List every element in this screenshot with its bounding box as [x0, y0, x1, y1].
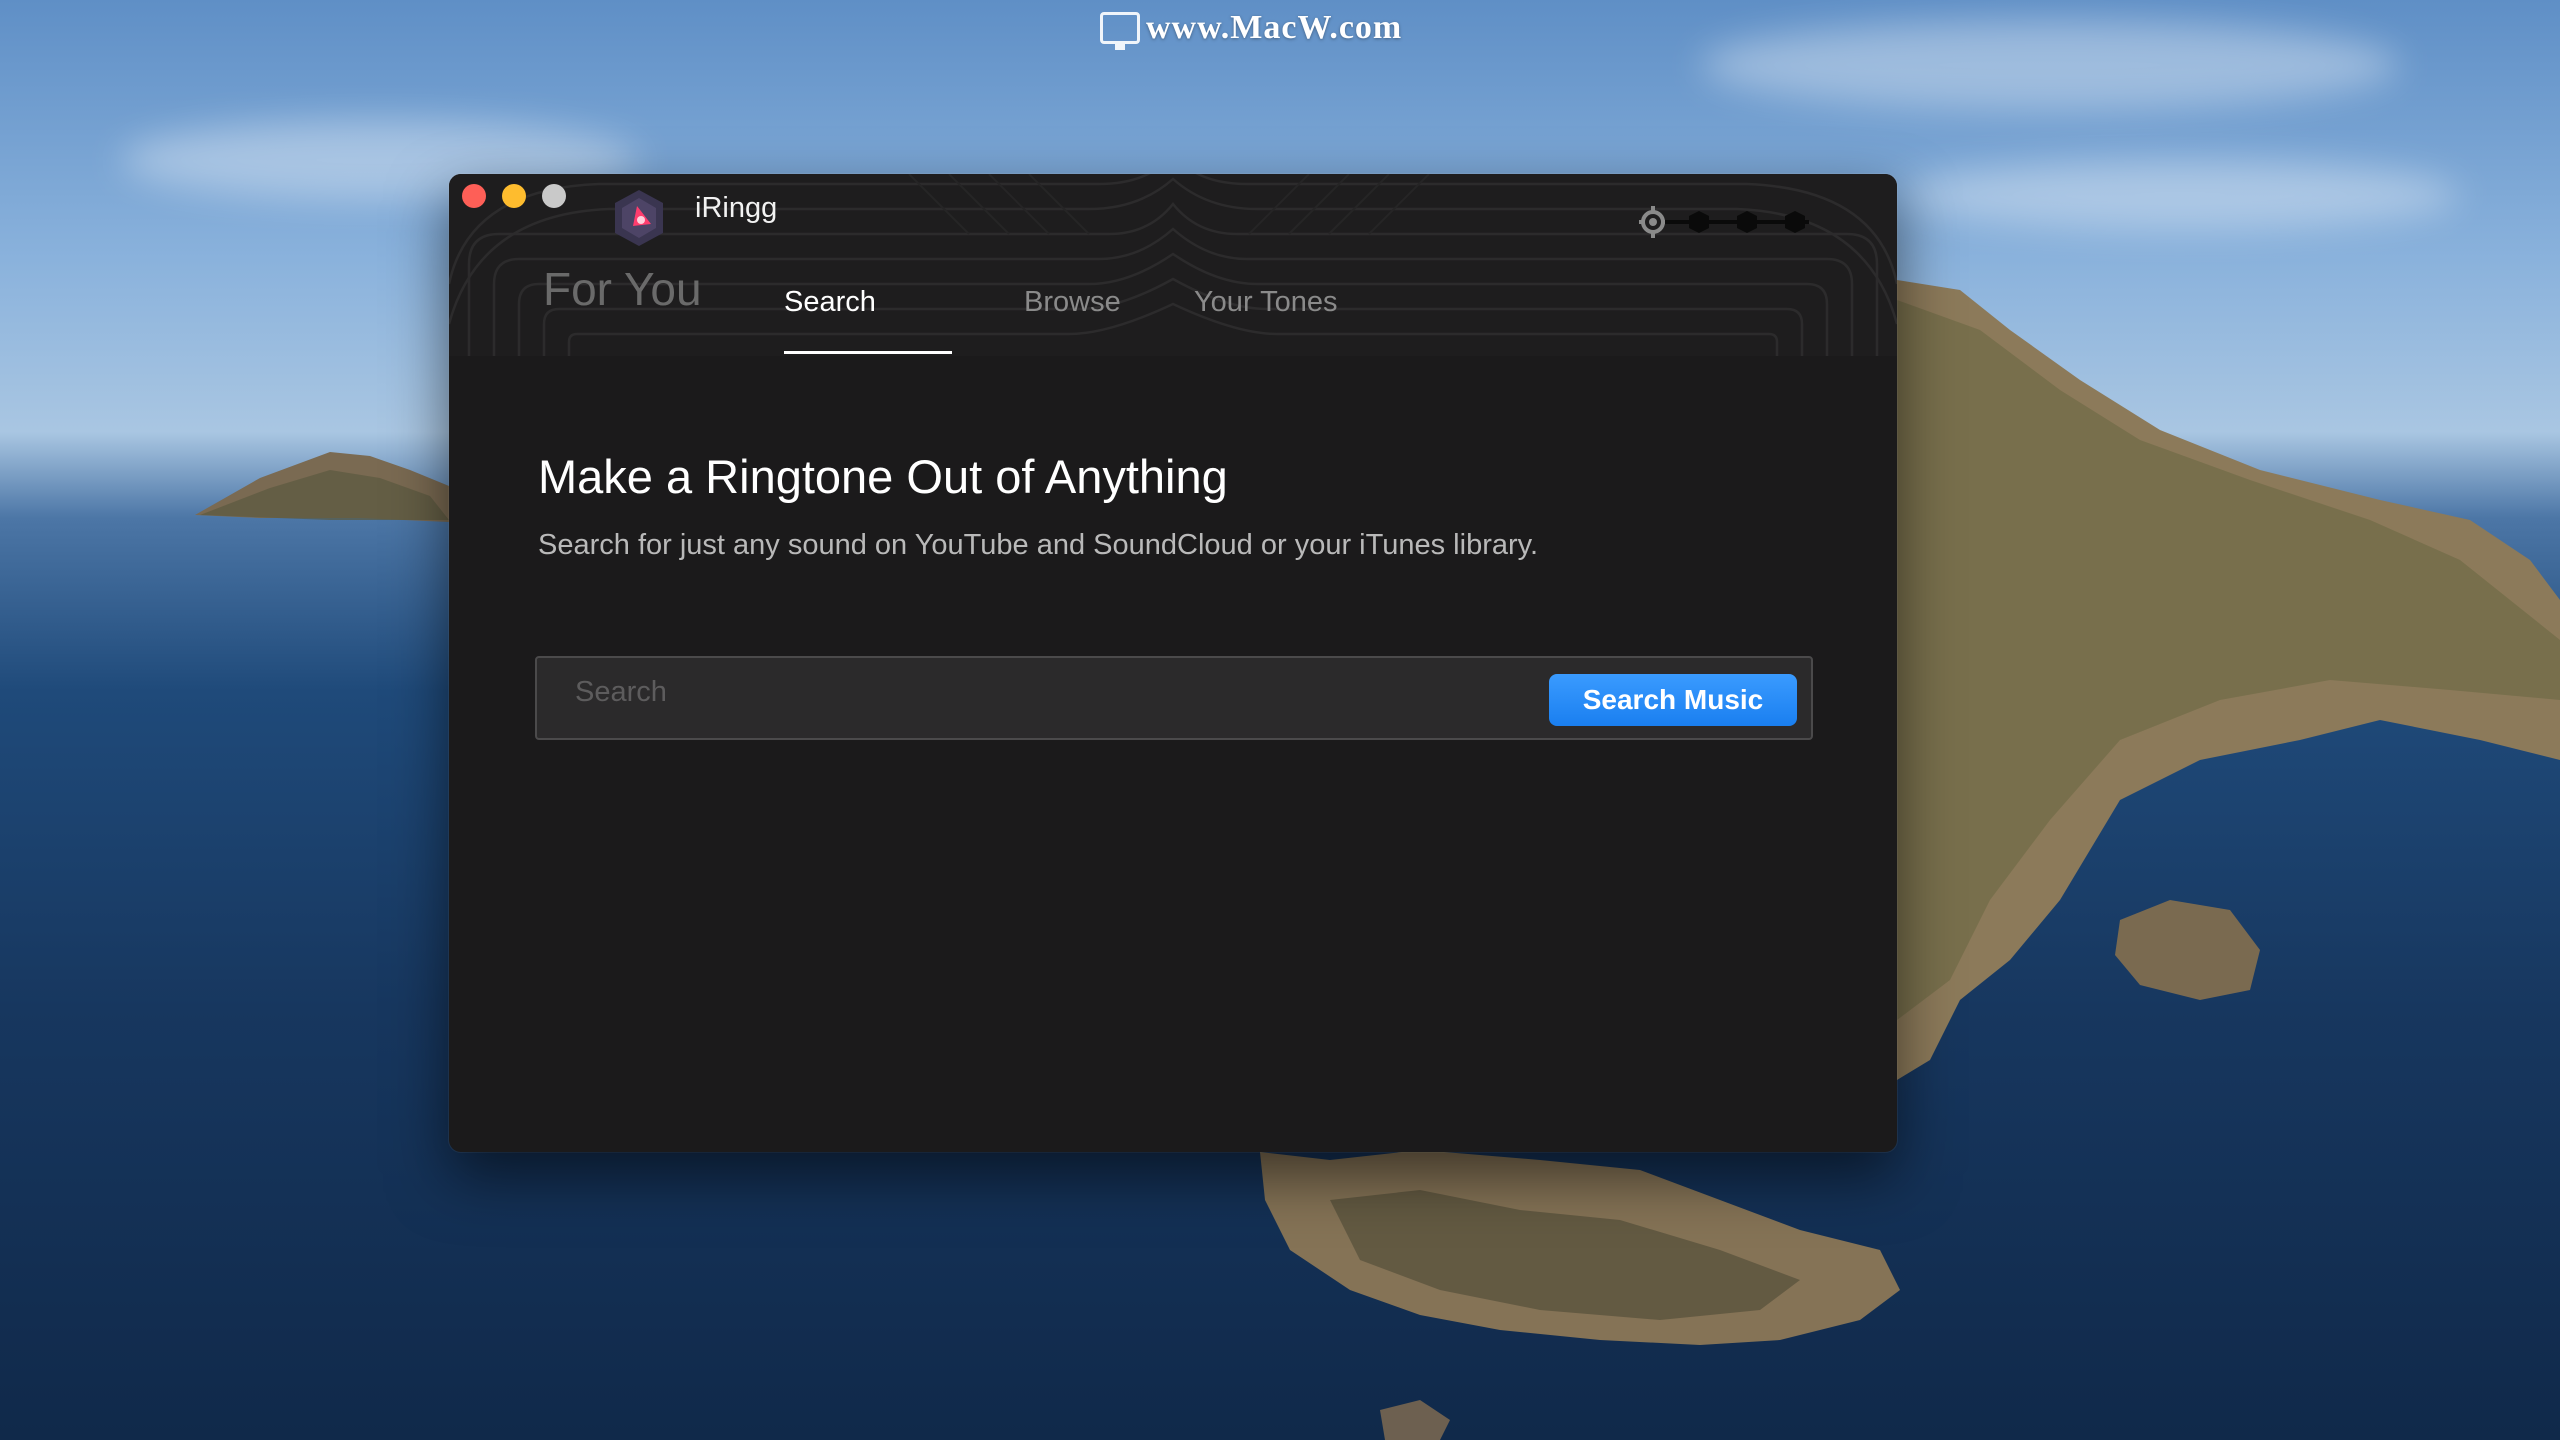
- maximize-button[interactable]: [542, 184, 566, 208]
- active-tab-indicator: [784, 351, 952, 354]
- search-music-button[interactable]: Search Music: [1549, 674, 1797, 726]
- tab-your-tones[interactable]: Your Tones: [1194, 286, 1338, 319]
- page-subtitle: Search for just any sound on YouTube and…: [538, 529, 1539, 561]
- search-input[interactable]: [573, 668, 1537, 716]
- tab-for-you[interactable]: For You: [543, 262, 702, 316]
- page-title: Make a Ringtone Out of Anything: [538, 450, 1228, 503]
- title-bar: iRingg For You Search Browse Your Tones: [449, 174, 1897, 356]
- watermark-text: www.MacW.com: [1146, 9, 1403, 46]
- tab-search[interactable]: Search: [784, 286, 876, 319]
- app-window: iRingg For You Search Browse Your Tones …: [449, 174, 1897, 1152]
- app-title: iRingg: [695, 192, 778, 224]
- search-bar: Search Music: [535, 656, 1813, 740]
- iringg-logo-icon: [615, 190, 663, 246]
- minimize-button[interactable]: [502, 184, 526, 208]
- monitor-icon: [1100, 12, 1140, 50]
- settings-slider-icon[interactable]: [1639, 202, 1819, 242]
- close-button[interactable]: [462, 184, 486, 208]
- tab-browse[interactable]: Browse: [1024, 286, 1121, 319]
- watermark: www.MacW.com: [1100, 6, 1402, 50]
